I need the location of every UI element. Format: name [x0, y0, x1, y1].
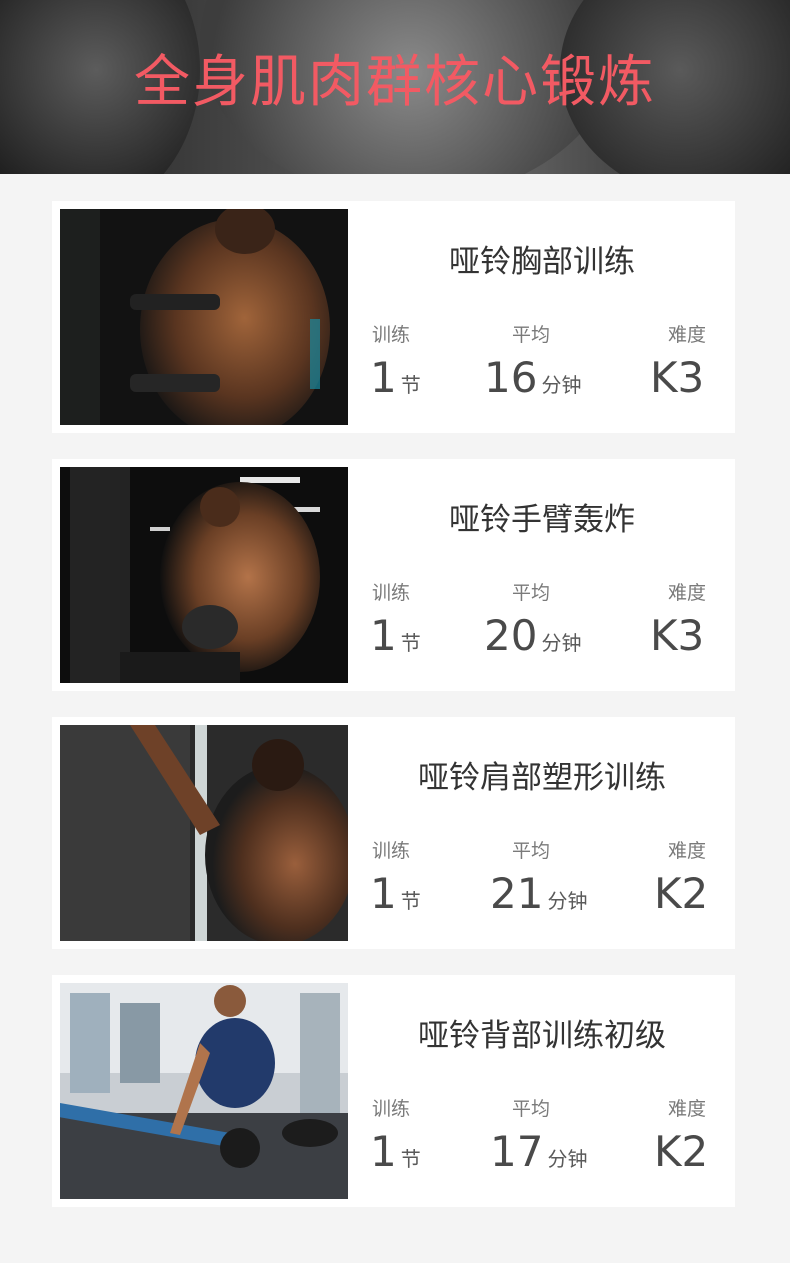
duration-minutes: 20	[484, 611, 538, 660]
difficulty-level: K2	[654, 869, 709, 918]
duration-value: 20 分钟	[484, 610, 581, 671]
course-photo	[60, 467, 348, 683]
arm-workout-photo-icon	[60, 467, 348, 683]
course-card[interactable]: 哑铃胸部训练 训练 平均 难度 1节 16 分钟 K3	[52, 201, 735, 433]
difficulty-level: K2	[654, 1127, 709, 1176]
page-title: 全身肌肉群核心锻炼	[134, 50, 656, 115]
duration-unit: 分钟	[547, 1147, 588, 1171]
difficulty-level: K3	[650, 611, 705, 660]
sessions-value: 1节	[370, 610, 421, 671]
sessions-value: 1节	[370, 868, 421, 929]
difficulty-label: 难度	[668, 324, 707, 346]
average-label: 平均	[512, 582, 551, 604]
average-label: 平均	[512, 840, 551, 862]
course-photo	[60, 983, 348, 1199]
sessions-count: 1	[370, 353, 397, 402]
course-title: 哑铃胸部训练	[449, 244, 635, 280]
course-card[interactable]: 哑铃背部训练初级 训练 平均 难度 1节 17 分钟 K2	[52, 975, 735, 1207]
shoulder-workout-photo-icon	[60, 725, 348, 941]
difficulty-level: K3	[650, 353, 705, 402]
course-photo	[60, 725, 348, 941]
difficulty-value: K3	[650, 352, 704, 413]
sessions-unit: 节	[400, 373, 421, 397]
difficulty-value: K2	[654, 1126, 708, 1187]
course-card[interactable]: 哑铃手臂轰炸 训练 平均 难度 1节 20 分钟 K3	[52, 459, 735, 691]
sessions-count: 1	[370, 869, 397, 918]
sessions-label: 训练	[372, 1098, 411, 1120]
sessions-label: 训练	[372, 324, 411, 346]
course-title: 哑铃手臂轰炸	[449, 502, 635, 538]
difficulty-label: 难度	[668, 1098, 707, 1120]
course-title: 哑铃肩部塑形训练	[418, 760, 666, 796]
difficulty-value: K2	[654, 868, 708, 929]
sessions-unit: 节	[400, 1147, 421, 1171]
duration-unit: 分钟	[547, 889, 588, 913]
header-banner: 全身肌肉群核心锻炼	[0, 0, 790, 174]
sessions-unit: 节	[400, 631, 421, 655]
average-label: 平均	[512, 1098, 551, 1120]
duration-unit: 分钟	[541, 373, 582, 397]
course-title: 哑铃背部训练初级	[418, 1018, 666, 1054]
course-photo	[60, 209, 348, 425]
sessions-value: 1节	[370, 1126, 421, 1187]
duration-minutes: 21	[490, 869, 544, 918]
difficulty-value: K3	[650, 610, 704, 671]
duration-value: 17 分钟	[490, 1126, 587, 1187]
sessions-count: 1	[370, 611, 397, 660]
back-workout-photo-icon	[60, 983, 348, 1199]
course-card[interactable]: 哑铃肩部塑形训练 训练 平均 难度 1节 21 分钟 K2	[52, 717, 735, 949]
sessions-count: 1	[370, 1127, 397, 1176]
duration-minutes: 17	[490, 1127, 544, 1176]
sessions-unit: 节	[400, 889, 421, 913]
duration-unit: 分钟	[541, 631, 582, 655]
difficulty-label: 难度	[668, 582, 707, 604]
sessions-value: 1节	[370, 352, 421, 413]
duration-minutes: 16	[484, 353, 538, 402]
difficulty-label: 难度	[668, 840, 707, 862]
duration-value: 16 分钟	[484, 352, 581, 413]
duration-value: 21 分钟	[490, 868, 587, 929]
sessions-label: 训练	[372, 840, 411, 862]
chest-workout-photo-icon	[60, 209, 348, 425]
average-label: 平均	[512, 324, 551, 346]
sessions-label: 训练	[372, 582, 411, 604]
